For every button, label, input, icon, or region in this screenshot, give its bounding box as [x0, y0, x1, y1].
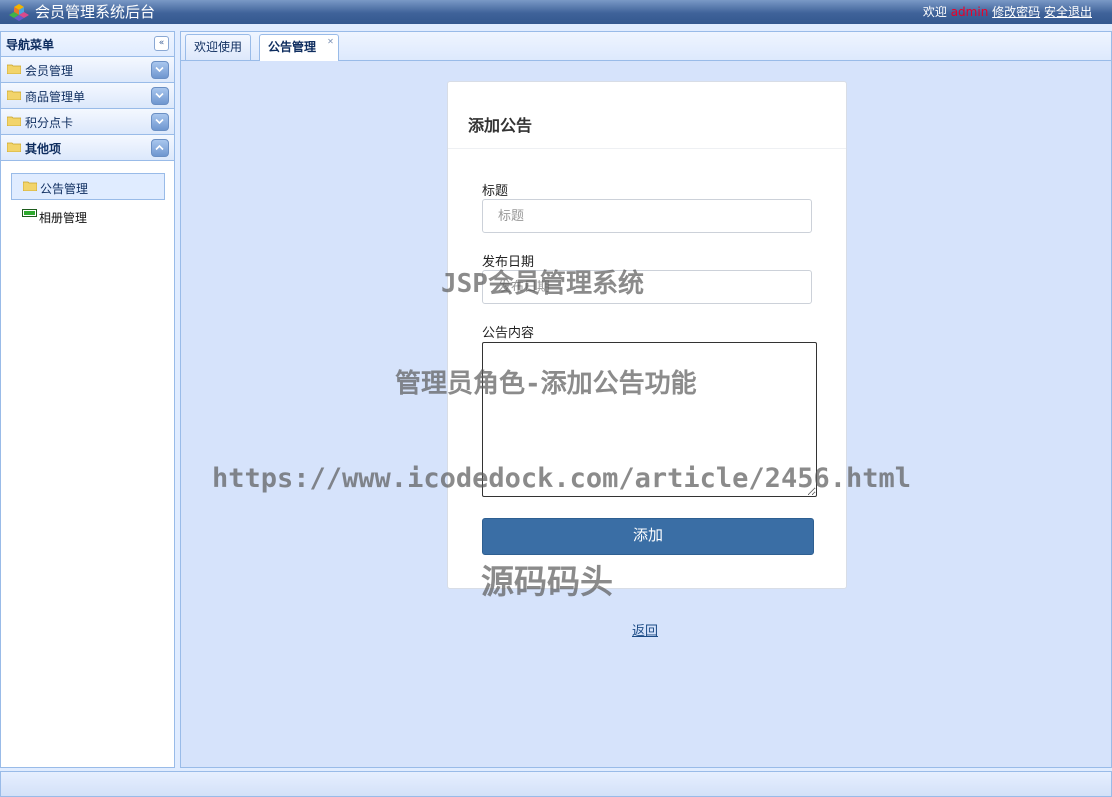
sidebar-item-label: 公告管理 — [40, 182, 89, 196]
nav-section-label: 商品管理单 — [25, 90, 86, 104]
back-link[interactable]: 返回 — [632, 620, 658, 639]
close-icon[interactable]: ✕ — [326, 38, 335, 47]
sidebar-title: 导航菜单 — [6, 38, 55, 52]
user-area: 欢迎 admin 修改密码 安全退出 — [923, 4, 1092, 20]
sidebar-item-label: 相册管理 — [39, 211, 88, 225]
welcome-text: 欢迎 — [922, 5, 947, 19]
date-input[interactable] — [482, 270, 812, 304]
username: admin — [950, 5, 989, 19]
tab-bar: 欢迎使用 公告管理 ✕ — [181, 32, 1111, 61]
form-heading: 添加公告 — [468, 116, 533, 135]
nav-submenu: 公告管理 相册管理 — [1, 161, 174, 226]
folder-icon — [7, 64, 21, 74]
logout-link[interactable]: 安全退出 — [1044, 5, 1092, 19]
add-button[interactable]: 添加 — [482, 518, 814, 555]
tab-welcome[interactable]: 欢迎使用 — [185, 34, 252, 60]
expand-down-icon[interactable] — [151, 113, 169, 131]
tab-notice-management[interactable]: 公告管理 ✕ — [259, 34, 340, 61]
title-label: 标题 — [482, 184, 509, 199]
status-bar — [0, 771, 1112, 797]
add-notice-form: 添加公告 标题 发布日期 公告内容 添加 — [447, 81, 847, 589]
folder-icon — [23, 181, 37, 191]
sidebar-item-notice[interactable]: 公告管理 — [11, 173, 165, 200]
tab-label: 公告管理 — [268, 40, 317, 54]
collapse-left-icon[interactable]: « — [154, 36, 169, 51]
form-header: 添加公告 — [448, 82, 846, 149]
app-title: 会员管理系统后台 — [35, 3, 156, 21]
sidebar-header: 导航菜单 « — [1, 32, 174, 57]
content-label: 公告内容 — [482, 326, 535, 341]
nav-section-label: 积分点卡 — [25, 116, 74, 130]
expand-down-icon[interactable] — [151, 61, 169, 79]
folder-icon — [7, 90, 21, 100]
title-input[interactable] — [482, 199, 812, 233]
change-password-link[interactable]: 修改密码 — [992, 5, 1040, 19]
collapse-up-icon[interactable] — [151, 139, 169, 157]
nav-section-label: 会员管理 — [25, 64, 74, 78]
app-logo-icon — [9, 4, 29, 21]
expand-down-icon[interactable] — [151, 87, 169, 105]
nav-section-member[interactable]: 会员管理 — [1, 57, 174, 83]
main-panel: 欢迎使用 公告管理 ✕ 添加公告 标题 发布日期 公告内容 添加 返回 — [180, 31, 1112, 768]
date-label: 发布日期 — [482, 255, 535, 270]
content-textarea[interactable] — [482, 342, 817, 497]
nav-section-other[interactable]: 其他项 — [1, 135, 174, 161]
nav-section-label: 其他项 — [25, 142, 62, 156]
nav-section-product[interactable]: 商品管理单 — [1, 83, 174, 109]
sidebar-item-album[interactable]: 相册管理 — [11, 200, 165, 226]
folder-icon — [7, 116, 21, 126]
tab-label: 欢迎使用 — [194, 40, 243, 54]
album-icon — [22, 209, 37, 217]
nav-section-points[interactable]: 积分点卡 — [1, 109, 174, 135]
folder-icon — [7, 142, 21, 152]
sidebar: 导航菜单 « 会员管理 商品管理单 积分点卡 其他项 公告管理 相册管理 — [0, 31, 175, 768]
top-bar: 会员管理系统后台 欢迎 admin 修改密码 安全退出 — [0, 0, 1112, 24]
